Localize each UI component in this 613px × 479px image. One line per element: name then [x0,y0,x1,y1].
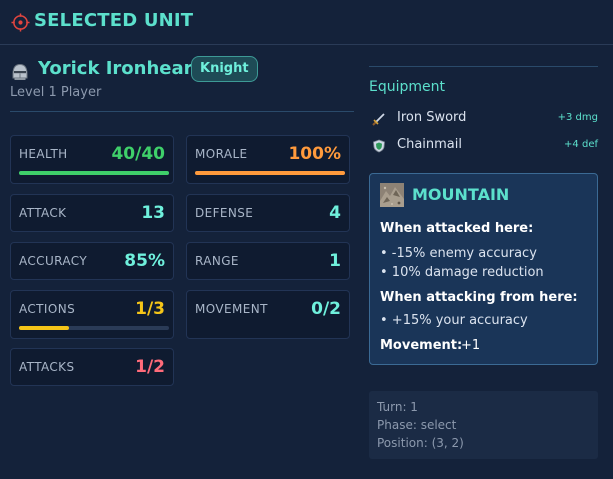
stat-health: HEALTH 40/40 [10,135,174,184]
stat-value: 0/2 [311,299,341,319]
unit-level-label: Level 1 Player [10,85,102,100]
terrain-effect: • 10% damage reduction [380,265,544,280]
helmet-icon [12,63,28,80]
equipment-name: Chainmail [397,137,462,152]
actions-bar-fill [19,326,69,330]
stat-accuracy: ACCURACY 85% [10,242,174,280]
stat-movement: MOVEMENT 0/2 [186,290,350,339]
terrain-effect: • -15% enemy accuracy [380,246,537,261]
equipment-name: Iron Sword [397,110,467,125]
phase-label: Phase: select [377,418,457,432]
stat-attacks: ATTACKS 1/2 [10,348,174,386]
stat-value: 1/3 [135,299,165,319]
health-bar-fill [19,171,169,175]
stat-attack: ATTACK 13 [10,194,174,232]
equipment-bonus: +3 dmg [557,112,598,123]
target-icon [11,13,30,32]
stat-morale: MORALE 100% [186,135,350,184]
terrain-name: MOUNTAIN [412,185,510,204]
unit-name: Yorick Ironheart [38,58,202,79]
stat-range: RANGE 1 [186,242,350,280]
stat-label: RANGE [195,254,239,268]
morale-bar [195,171,345,175]
equipment-item: Chainmail +4 def [369,136,598,156]
shield-icon [373,139,385,153]
unit-class-badge: Knight [191,56,258,82]
terrain-attacked-heading: When attacked here: [380,221,534,236]
stat-label: ACTIONS [19,302,76,316]
stat-actions: ACTIONS 1/3 [10,290,174,339]
unit-header: Yorick Ironheart Knight Level 1 Player [10,56,354,112]
stat-value: 1 [329,251,341,271]
stat-value: 4 [329,203,341,223]
stat-label: ATTACK [19,206,67,220]
stat-label: HEALTH [19,147,68,161]
panel-title: SELECTED UNIT [34,10,194,31]
stat-label: ACCURACY [19,254,88,268]
stat-label: DEFENSE [195,206,254,220]
sword-icon [372,113,385,126]
stat-label: MOVEMENT [195,302,268,316]
stat-value: 40/40 [111,144,165,164]
stat-value: 13 [141,203,165,223]
position-label: Position: (3, 2) [377,436,464,450]
terrain-attacking-heading: When attacking from here: [380,290,578,305]
mountain-tile-icon [380,183,404,207]
panel-header: SELECTED UNIT [0,0,613,45]
actions-bar [19,326,169,330]
equipment-item: Iron Sword +3 dmg [369,109,598,129]
terrain-movement-label: Movement: [380,338,463,353]
stat-value: 1/2 [135,357,165,377]
terrain-effect: • +15% your accuracy [380,313,528,328]
stat-label: ATTACKS [19,360,75,374]
turn-label: Turn: 1 [377,400,418,414]
morale-bar-fill [195,171,345,175]
equipment-bonus: +4 def [564,139,598,150]
terrain-card: MOUNTAIN When attacked here: • -15% enem… [369,173,598,365]
terrain-movement-value: +1 [461,338,481,353]
stat-value: 85% [124,251,165,271]
stat-defense: DEFENSE 4 [186,194,350,232]
game-info-box: Turn: 1 Phase: select Position: (3, 2) [369,391,598,459]
health-bar [19,171,169,175]
stat-value: 100% [288,144,341,164]
equipment-heading: Equipment [369,66,598,95]
stat-label: MORALE [195,147,248,161]
